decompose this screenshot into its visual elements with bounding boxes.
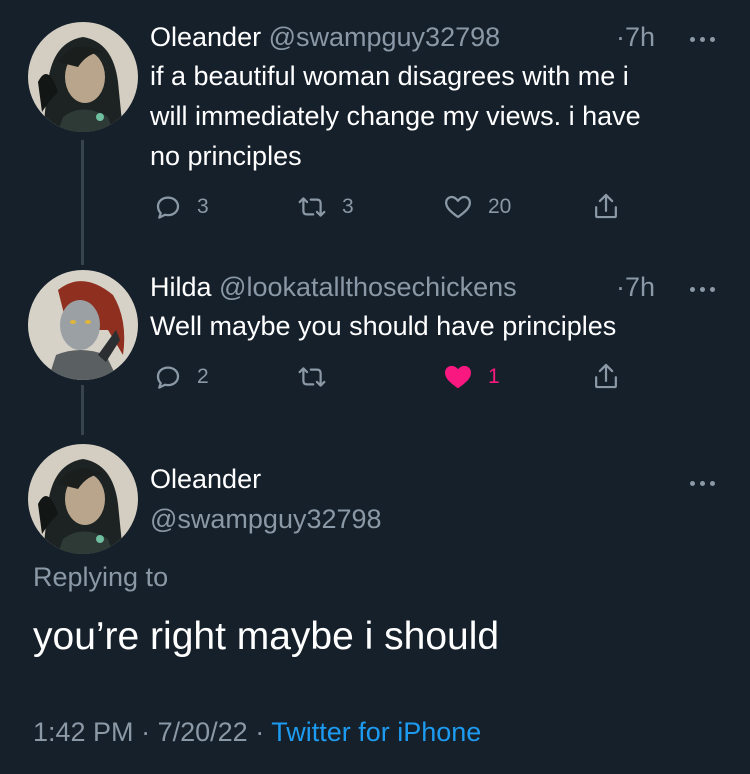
tweet-source-link[interactable]: Twitter for iPhone — [271, 717, 481, 747]
share-button[interactable] — [591, 190, 621, 222]
user-handle[interactable]: @swampguy32798 — [150, 504, 382, 535]
like-count: 20 — [488, 195, 512, 218]
tweet-text-line: will immediately change my views. i have — [150, 101, 641, 131]
retweet-button[interactable]: 3 — [296, 192, 354, 222]
display-name[interactable]: Oleander — [150, 22, 261, 52]
tweet-header: Hilda @lookatallthosechickens — [150, 272, 517, 303]
replying-to-label: Replying to — [33, 562, 169, 592]
share-icon — [595, 363, 617, 389]
share-button[interactable] — [591, 360, 621, 392]
tweet-date[interactable]: 7/20/22 — [158, 717, 248, 747]
tweet-text-line: no principles — [150, 141, 302, 171]
tweet-timestamp[interactable]: ·7h — [616, 272, 655, 303]
reply-button[interactable]: 2 — [153, 362, 209, 392]
more-icon[interactable] — [690, 284, 720, 294]
like-count: 1 — [488, 365, 500, 388]
tweet-text-line: if a beautiful woman disagrees with me i — [150, 61, 629, 91]
more-icon[interactable] — [690, 34, 720, 44]
separator-dot: · — [255, 717, 272, 747]
tweet-timestamp[interactable]: ·7h — [616, 22, 655, 53]
tweet-text: you’re right maybe i should — [33, 615, 500, 658]
thread-connector-line — [81, 385, 84, 435]
tweet-metadata: 1:42 PM · 7/20/22 · Twitter for iPhone — [33, 717, 481, 748]
reply-count: 3 — [197, 195, 209, 218]
reply-icon — [156, 366, 180, 389]
user-handle[interactable]: @lookatallthosechickens — [219, 272, 517, 302]
tweet-header: Oleander @swampguy32798 — [150, 22, 500, 53]
avatar-oleander[interactable] — [28, 22, 138, 132]
avatar-hilda[interactable] — [28, 270, 138, 380]
display-name[interactable]: Oleander — [150, 464, 261, 495]
tweet-text: if a beautiful woman disagrees with me i… — [150, 56, 641, 176]
like-button[interactable]: 1 — [442, 362, 500, 392]
thread-connector-line — [81, 140, 84, 265]
reply-count: 2 — [197, 365, 209, 388]
like-button[interactable]: 20 — [442, 192, 511, 222]
retweet-icon — [298, 367, 326, 387]
tweet-text: Well maybe you should have principles — [150, 311, 617, 341]
retweet-count: 3 — [342, 195, 354, 218]
avatar-oleander[interactable] — [28, 444, 138, 554]
more-icon[interactable] — [690, 478, 720, 488]
reply-icon — [156, 196, 180, 219]
separator-dot: · — [141, 717, 158, 747]
retweet-button[interactable] — [296, 362, 328, 392]
like-icon — [445, 195, 471, 219]
share-icon — [595, 193, 617, 219]
tweet-time[interactable]: 1:42 PM — [33, 717, 134, 747]
display-name[interactable]: Hilda — [150, 272, 212, 302]
retweet-icon — [298, 197, 326, 217]
user-handle[interactable]: @swampguy32798 — [269, 22, 501, 52]
reply-button[interactable]: 3 — [153, 192, 209, 222]
like-icon — [445, 365, 471, 389]
